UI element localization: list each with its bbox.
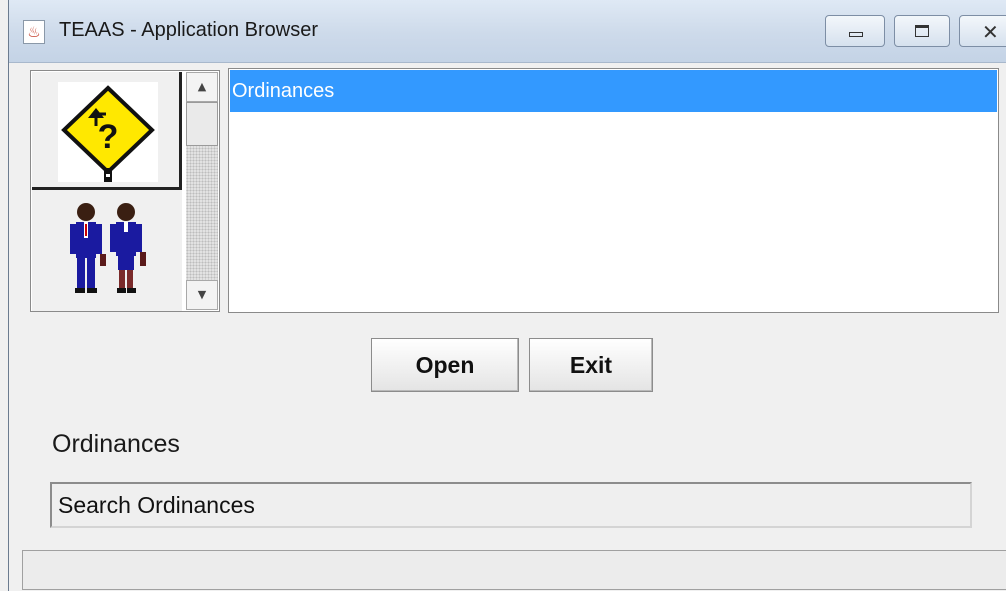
- scroll-down-button[interactable]: ▼: [186, 280, 218, 310]
- app-description-field: Search Ordinances: [50, 482, 972, 528]
- road-sign-question-icon: ?: [61, 85, 155, 182]
- java-cup-icon: ♨: [23, 20, 45, 44]
- minimize-button[interactable]: [825, 15, 885, 47]
- arrow-down-icon: ▼: [197, 288, 207, 301]
- arrow-up-icon: ▲: [197, 80, 207, 93]
- scroll-up-button[interactable]: ▲: [186, 72, 218, 102]
- icon-item-people[interactable]: [32, 190, 182, 311]
- close-button[interactable]: ✕: [959, 15, 1006, 47]
- scroll-thumb[interactable]: [186, 102, 218, 146]
- application-icon-list[interactable]: ? ▲ ▼: [30, 70, 220, 312]
- people-icon: [70, 203, 146, 293]
- title-bar[interactable]: ♨ TEAAS - Application Browser ✕: [9, 0, 1006, 63]
- exit-button[interactable]: Exit: [529, 338, 653, 392]
- window-title: TEAAS - Application Browser: [59, 19, 318, 41]
- selected-app-name: Ordinances: [52, 430, 180, 458]
- status-bar: [22, 550, 1006, 590]
- maximize-button[interactable]: [894, 15, 950, 47]
- list-item[interactable]: Ordinances: [230, 70, 997, 112]
- close-icon: ✕: [982, 20, 999, 44]
- icon-item-road-sign[interactable]: ?: [32, 72, 182, 190]
- minimize-icon: [849, 32, 863, 37]
- svg-text:?: ?: [98, 118, 119, 156]
- application-list[interactable]: Ordinances: [228, 68, 999, 313]
- maximize-icon: [915, 25, 929, 37]
- icon-list-scrollbar[interactable]: ▲ ▼: [186, 72, 218, 310]
- open-button[interactable]: Open: [371, 338, 519, 392]
